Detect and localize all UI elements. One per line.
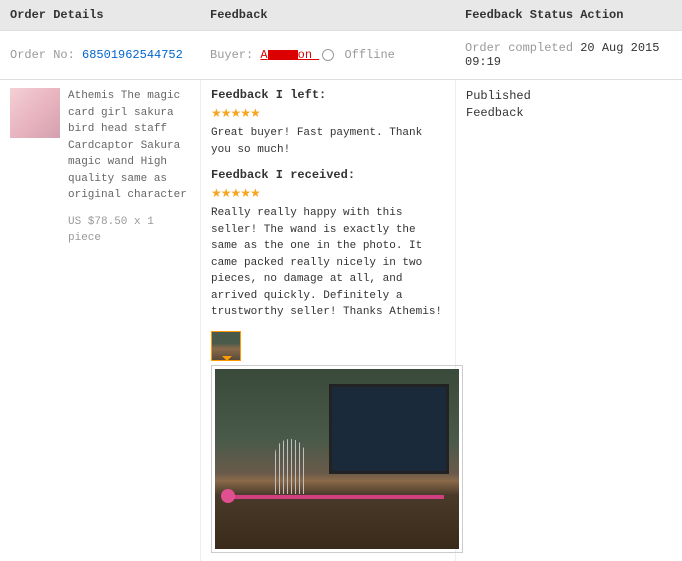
product-thumbnail[interactable] [10, 88, 60, 138]
offline-label: Offline [344, 48, 394, 62]
feedback-received-title: Feedback I received: [211, 168, 445, 182]
buyer-cell: Buyer: Aon Offline [200, 38, 455, 72]
feedback-photo-large[interactable] [215, 369, 459, 549]
buyer-label: Buyer: [210, 48, 253, 62]
order-summary-row: Order No: 68501962544752 Buyer: Aon Offl… [0, 31, 682, 80]
product-title-link[interactable]: Athemis The magic card girl sakura bird … [68, 88, 190, 204]
status-line1: Published [466, 88, 672, 105]
photo-birdcage [275, 439, 305, 494]
order-completed-label: Order completed [465, 41, 573, 55]
order-status-cell: Order completed 20 Aug 2015 09:19 [455, 31, 682, 79]
order-number-cell: Order No: 68501962544752 [0, 38, 200, 72]
status-line2: Feedback [466, 105, 672, 122]
status-cell: Published Feedback [455, 80, 682, 561]
feedback-received-text: Really really happy with this seller! Th… [211, 205, 445, 321]
feedback-received-stars: ★★★★★ [211, 186, 445, 201]
feedback-cell: Feedback I left: ★★★★★ Great buyer! Fast… [200, 80, 455, 561]
feedback-left-stars: ★★★★★ [211, 106, 445, 121]
table-header: Order Details Feedback Feedback Status A… [0, 0, 682, 31]
product-price: US $78.50 x 1 piece [68, 214, 190, 247]
header-feedback: Feedback [200, 0, 455, 30]
feedback-photo-preview: × [211, 365, 463, 553]
order-no-link[interactable]: 68501962544752 [82, 48, 183, 62]
feedback-left-text: Great buyer! Fast payment. Thank you so … [211, 125, 445, 158]
product-cell: Athemis The magic card girl sakura bird … [0, 80, 200, 561]
feedback-left-title: Feedback I left: [211, 88, 445, 102]
header-order-details: Order Details [0, 0, 200, 30]
header-status-action: Feedback Status Action [455, 0, 682, 30]
content-row: Athemis The magic card girl sakura bird … [0, 80, 682, 561]
photo-monitor [329, 384, 449, 474]
buyer-name-link[interactable]: Aon [260, 48, 319, 62]
order-no-label: Order No: [10, 48, 75, 62]
status-offline-icon [322, 49, 334, 61]
feedback-photo-thumbnail[interactable] [211, 331, 241, 361]
redacted-name [268, 50, 298, 60]
photo-wand [225, 495, 444, 499]
